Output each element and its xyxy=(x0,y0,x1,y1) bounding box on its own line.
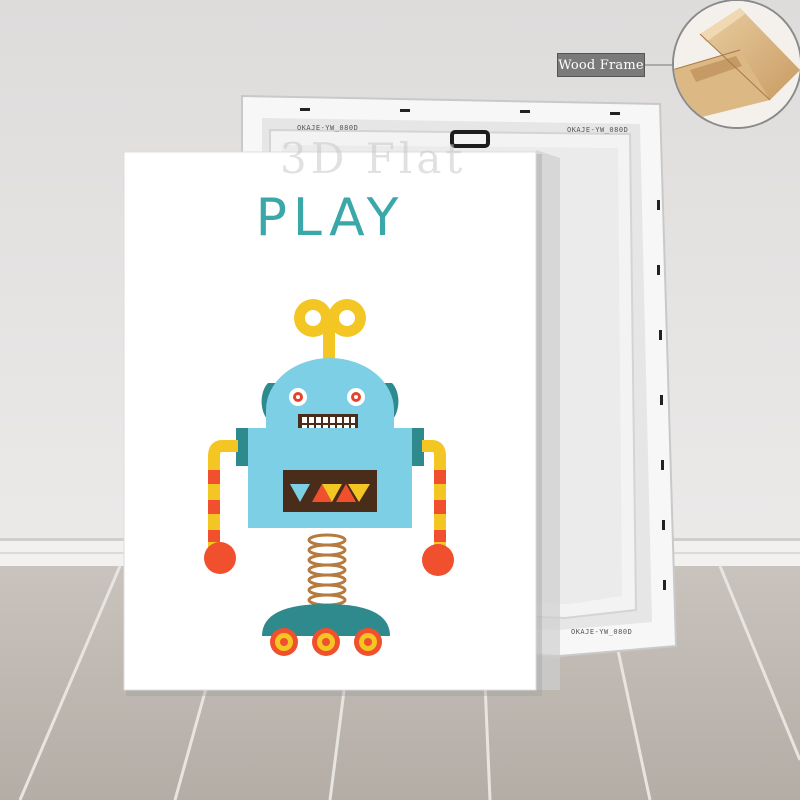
poster-title: PLAY xyxy=(255,188,405,248)
wood-frame-label: Wood Frame xyxy=(557,53,645,77)
robot-wheels xyxy=(270,628,382,656)
stamp-bottom: OKAJE-YW_080D xyxy=(571,628,633,636)
stamp-top-left: OKAJE-YW_080D xyxy=(297,124,359,132)
watermark: 3D Flat xyxy=(280,134,467,183)
chest-panel xyxy=(283,470,377,512)
wood-frame-inset xyxy=(672,0,800,129)
product-photo: 3D Flat OKAJE-YW_080D OKAJE-YW_080D OKAJ… xyxy=(0,0,800,800)
scene-illustration xyxy=(0,0,800,800)
stamp-top-right: OKAJE-YW_080D xyxy=(567,126,629,134)
left-shoulder xyxy=(236,428,250,466)
right-shoulder xyxy=(410,428,424,466)
